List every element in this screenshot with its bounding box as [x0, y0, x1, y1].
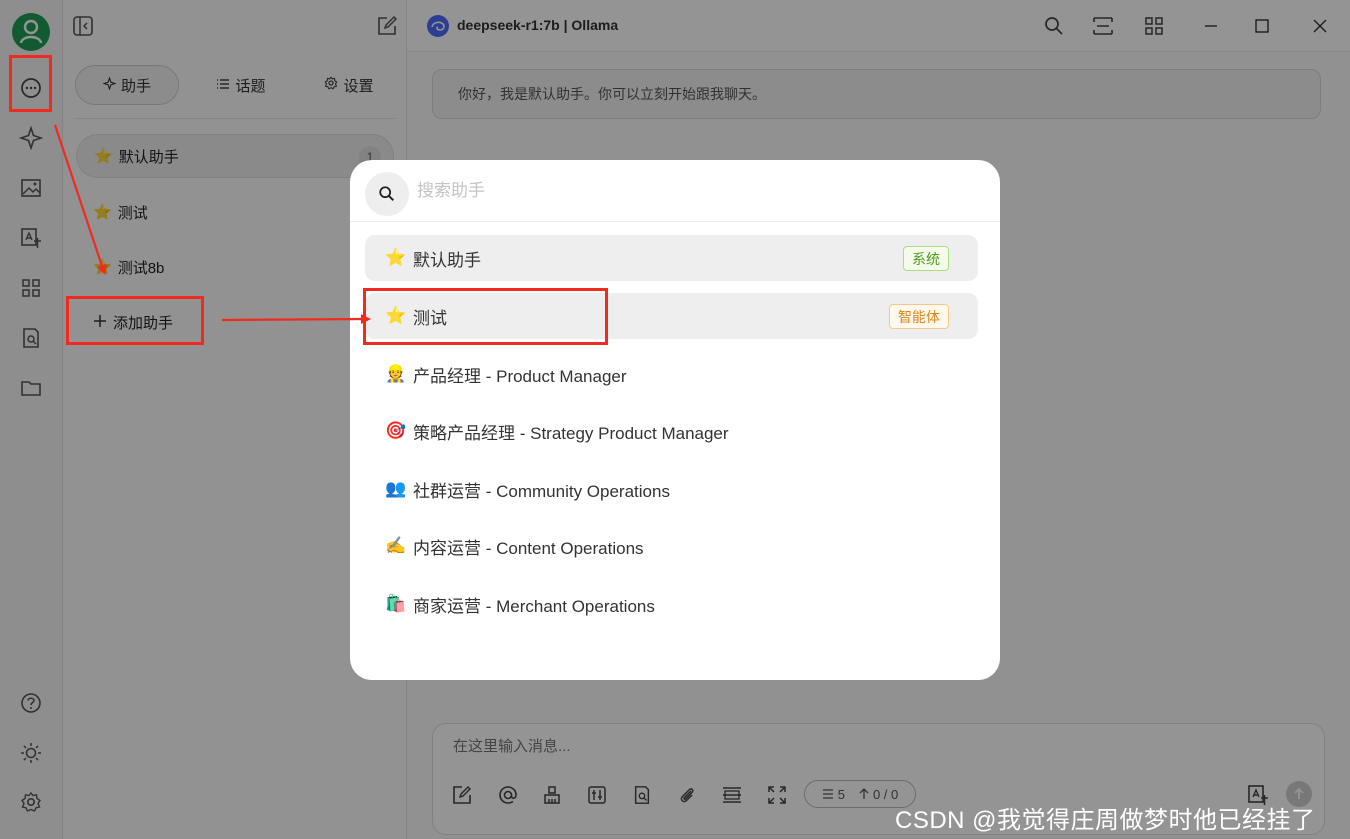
- annotation-arrows: [53, 124, 371, 325]
- arrow-add-to-option: [221, 314, 371, 325]
- arrow-chat-to-add: [53, 124, 107, 275]
- watermark: CSDN @我觉得庄周做梦时他已经挂了: [895, 807, 1316, 834]
